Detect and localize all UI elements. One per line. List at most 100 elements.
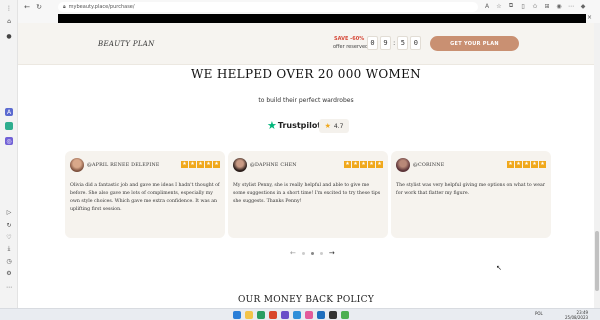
start-icon[interactable]	[233, 311, 241, 319]
carousel-dot[interactable]	[310, 251, 314, 255]
star-icon: ★	[531, 161, 538, 168]
extensions-icon[interactable]: ⧉	[507, 2, 515, 10]
app-icon[interactable]	[317, 311, 325, 319]
favorites-bar: ×	[18, 14, 600, 23]
taskbar-apps	[233, 311, 349, 319]
timer-colon: :	[393, 39, 396, 47]
star-icon: ★	[324, 122, 331, 130]
promo-banner: BEAUTY PLAN SAVE -60% offer reserved: 0 …	[18, 23, 594, 65]
split-screen-icon[interactable]: ▯	[519, 2, 527, 10]
address-bar[interactable]: 🔒︎ mybeauty.place/purchase/	[58, 2, 478, 12]
star-icon: ★	[376, 161, 383, 168]
carousel-prev-button[interactable]: ←	[290, 249, 296, 257]
extension-icon[interactable]: ◎	[5, 137, 13, 145]
menu-icon[interactable]: ⋯	[567, 2, 575, 10]
app-icon[interactable]	[305, 311, 313, 319]
scrollbar[interactable]	[594, 23, 600, 308]
extension-icon[interactable]: A	[5, 108, 13, 116]
star-icon: ★	[360, 161, 367, 168]
profile-icon[interactable]: ●	[5, 32, 13, 40]
extension-icon[interactable]	[5, 122, 13, 130]
play-icon[interactable]: ▷	[5, 208, 13, 216]
spotify-icon[interactable]	[257, 311, 265, 319]
more-icon[interactable]: ⋯	[5, 283, 13, 291]
star-icon: ★	[344, 161, 351, 168]
star-rating: ★ ★ ★ ★ ★	[181, 161, 220, 168]
timer-digit: 0	[410, 36, 422, 50]
trustpilot-wordmark: Trustpilot	[277, 121, 322, 130]
edge-icon[interactable]	[293, 311, 301, 319]
home-icon[interactable]: ⌂	[5, 17, 13, 25]
collections-icon[interactable]: ⊞	[543, 2, 551, 10]
rating-badge: ★ 4.7	[319, 119, 349, 133]
app-icon[interactable]	[269, 311, 277, 319]
scrollbar-thumb[interactable]	[595, 231, 599, 291]
brand-logo[interactable]: BEAUTY PLAN	[98, 40, 155, 48]
system-clock[interactable]: 23:49 25/08/2023	[565, 310, 588, 320]
star-icon: ★	[197, 161, 204, 168]
carousel-dot[interactable]	[319, 251, 323, 255]
star-icon: ★	[507, 161, 514, 168]
star-icon: ★	[205, 161, 212, 168]
offer-label: offer reserved:	[333, 44, 370, 50]
page-headline: WE HELPED OVER 20 000 WOMEN	[191, 67, 421, 81]
copilot-icon[interactable]: ◆	[579, 2, 587, 10]
downloads-icon[interactable]: ⤓	[5, 245, 13, 253]
avatar	[70, 158, 84, 172]
mouse-cursor-icon: ↖	[496, 264, 502, 272]
url-text: mybeauty.place/purchase/	[68, 4, 135, 10]
review-text: The stylist was very helpful giving me o…	[396, 183, 546, 196]
get-plan-button[interactable]: GET YOUR PLAN	[430, 36, 519, 51]
star-rating: ★ ★ ★ ★ ★	[507, 161, 546, 168]
refresh-icon[interactable]: ↻	[34, 2, 44, 12]
trustpilot-logo[interactable]: ★ Trustpilot	[267, 119, 321, 132]
avatar	[233, 158, 247, 172]
back-icon[interactable]: ←	[22, 2, 32, 12]
page-content: BEAUTY PLAN SAVE -60% offer reserved: 0 …	[18, 23, 594, 308]
clock-date: 25/08/2023	[565, 315, 589, 320]
star-icon: ★	[523, 161, 530, 168]
favorite-star-icon[interactable]: ☆	[495, 2, 503, 10]
timer-digit: 5	[397, 36, 409, 50]
star-icon: ★	[189, 161, 196, 168]
star-rating: ★ ★ ★ ★ ★	[344, 161, 383, 168]
app-icon[interactable]	[281, 311, 289, 319]
app-icon[interactable]	[329, 311, 337, 319]
settings-icon[interactable]: ⚙	[5, 269, 13, 277]
history-icon[interactable]: ↻	[5, 221, 13, 229]
star-icon: ★	[181, 161, 188, 168]
trustpilot-star-icon: ★	[267, 119, 277, 132]
account-icon[interactable]: ◉	[555, 2, 563, 10]
reviewer-name: @DAPHNE CHEN	[250, 163, 297, 168]
rating-value: 4.7	[333, 122, 344, 130]
page-subheadline: to build their perfect wardrobes	[258, 97, 354, 104]
carousel-nav: ← →	[290, 249, 335, 257]
app-icon[interactable]	[341, 311, 349, 319]
close-icon[interactable]: ×	[587, 14, 592, 21]
review-text: Olivia did a fantastic job and gave me i…	[70, 183, 220, 212]
timer-digit: 9	[380, 36, 391, 50]
avatar	[396, 158, 410, 172]
file-explorer-icon[interactable]	[245, 311, 253, 319]
language-indicator[interactable]: POL	[535, 311, 543, 316]
star-icon: ★	[539, 161, 546, 168]
section-heading: OUR MONEY BACK POLICY	[237, 295, 375, 305]
carousel-dot[interactable]	[301, 251, 305, 255]
review-card: @DAPHNE CHEN ★ ★ ★ ★ ★ My stylist Penny, she…	[228, 151, 388, 238]
favorites-bar-icon[interactable]: ✩	[531, 2, 539, 10]
browser-toolbar: ← ↻ 🔒︎ mybeauty.place/purchase/ A ☆ ⧉ ▯ …	[18, 0, 600, 14]
star-icon: ★	[352, 161, 359, 168]
star-icon: ★	[515, 161, 522, 168]
browser-sidebar: ⋮ ⌂ ● A ◎ ▷ ↻ ♡ ⤓ ◷ ⚙ ⋯	[0, 0, 18, 308]
timer-digit: 0	[367, 36, 378, 50]
read-aloud-icon[interactable]: A	[483, 2, 491, 10]
reviewer-name: @APRIL RENEE DELEPINE	[87, 163, 160, 168]
countdown-timer: 0 9 : 5 0	[367, 36, 422, 50]
carousel-next-button[interactable]: →	[329, 249, 335, 257]
menu-icon[interactable]: ⋮	[5, 4, 13, 12]
star-icon: ★	[213, 161, 220, 168]
clock-icon[interactable]: ◷	[5, 257, 13, 265]
favorites-icon[interactable]: ♡	[5, 233, 13, 241]
lock-icon: 🔒︎	[63, 4, 66, 10]
redacted-bar	[58, 14, 586, 23]
